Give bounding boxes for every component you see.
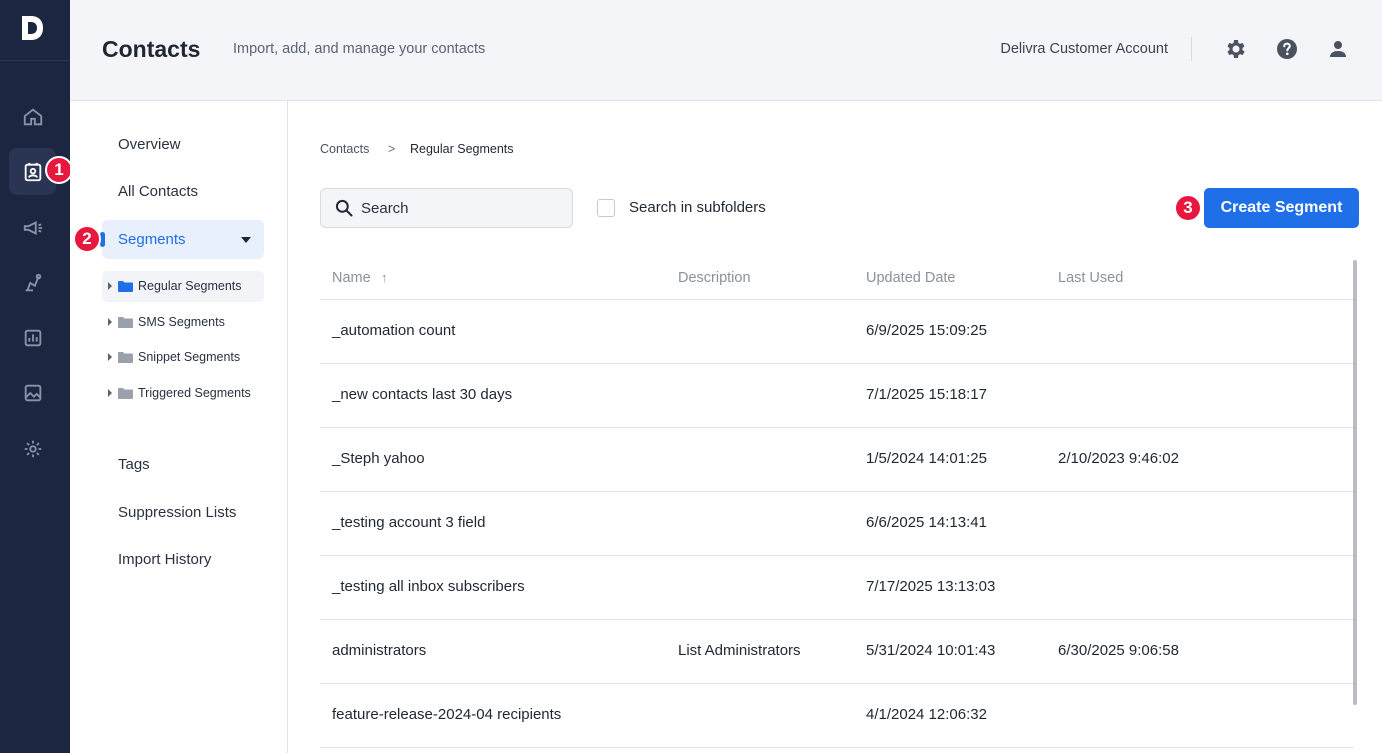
- settings-icon: [24, 440, 41, 457]
- cell-description: List Administrators: [678, 642, 801, 659]
- rail-reports[interactable]: [9, 314, 56, 361]
- cell-updated-date: 6/6/2025 14:13:41: [866, 514, 987, 531]
- folder-snippet-segments[interactable]: Snippet Segments: [102, 342, 264, 373]
- search-subfolders-label[interactable]: Search in subfolders: [629, 199, 766, 216]
- table-row[interactable]: feature-release-2024-04 recipients 4/1/2…: [320, 684, 1354, 748]
- rail-home[interactable]: [9, 93, 56, 140]
- nav-segments[interactable]: Segments: [100, 220, 264, 259]
- rail-automation[interactable]: [9, 259, 56, 306]
- campaigns-icon: [23, 220, 42, 235]
- table-row[interactable]: _automation count 6/9/2025 15:09:25: [320, 300, 1354, 364]
- cell-updated-date: 4/1/2024 12:06:32: [866, 706, 987, 723]
- user-icon[interactable]: [1326, 37, 1350, 61]
- table-row[interactable]: _new contacts last 30 days 7/1/2025 15:1…: [320, 364, 1354, 428]
- rail-campaigns[interactable]: [9, 204, 56, 251]
- folder-label: Snippet Segments: [138, 350, 241, 364]
- nav-import-history[interactable]: Import History: [118, 551, 211, 568]
- expand-arrow-icon[interactable]: [108, 282, 112, 290]
- search-box[interactable]: [320, 188, 573, 228]
- sort-ascending-icon[interactable]: ↑: [381, 270, 388, 285]
- folder-icon: [118, 281, 133, 292]
- cell-updated-date: 5/31/2024 10:01:43: [866, 642, 996, 659]
- account-name[interactable]: Delivra Customer Account: [1000, 41, 1168, 57]
- chevron-down-icon[interactable]: [241, 237, 251, 243]
- table-row[interactable]: _testing account 3 field 6/6/2025 14:13:…: [320, 492, 1354, 556]
- folder-triggered-segments[interactable]: Triggered Segments: [102, 378, 264, 409]
- delivra-logo[interactable]: [18, 13, 46, 43]
- cell-updated-date: 7/1/2025 15:18:17: [866, 386, 987, 403]
- nav-tags[interactable]: Tags: [118, 456, 150, 473]
- table-row[interactable]: _Steph yahoo 1/5/2024 14:01:25 2/10/2023…: [320, 428, 1354, 492]
- search-subfolders-checkbox[interactable]: [597, 199, 615, 217]
- folder-icon: [118, 388, 133, 399]
- create-segment-button[interactable]: Create Segment: [1204, 188, 1359, 228]
- page-header: Contacts Import, add, and manage your co…: [70, 0, 1382, 101]
- annotation-badge-1: 1: [45, 156, 73, 184]
- reports-icon: [24, 329, 41, 346]
- expand-arrow-icon[interactable]: [108, 353, 112, 361]
- left-rail: [0, 0, 70, 753]
- annotation-badge-3: 3: [1174, 194, 1202, 222]
- cell-name[interactable]: _testing all inbox subscribers: [332, 578, 525, 595]
- cell-updated-date: 1/5/2024 14:01:25: [866, 450, 987, 467]
- automation-icon: [25, 273, 41, 291]
- table-row[interactable]: _testing all inbox subscribers 7/17/2025…: [320, 556, 1354, 620]
- nav-suppression-lists[interactable]: Suppression Lists: [118, 504, 236, 521]
- cell-last-used: 6/30/2025 9:06:58: [1058, 642, 1179, 659]
- column-header-last-used[interactable]: Last Used: [1058, 270, 1123, 286]
- folder-sms-segments[interactable]: SMS Segments: [102, 307, 264, 338]
- search-input[interactable]: [361, 189, 561, 227]
- rail-settings[interactable]: [9, 425, 56, 472]
- expand-arrow-icon[interactable]: [108, 318, 112, 326]
- folder-label: Triggered Segments: [138, 386, 251, 400]
- breadcrumb-contacts[interactable]: Contacts: [320, 142, 369, 156]
- page-subtitle: Import, add, and manage your contacts: [233, 41, 486, 57]
- cell-updated-date: 6/9/2025 15:09:25: [866, 322, 987, 339]
- rail-divider: [0, 60, 70, 61]
- cell-name[interactable]: feature-release-2024-04 recipients: [332, 706, 561, 723]
- table-row[interactable]: administrators List Administrators 5/31/…: [320, 620, 1354, 684]
- expand-arrow-icon[interactable]: [108, 389, 112, 397]
- media-icon: [24, 384, 41, 401]
- folder-icon: [118, 317, 133, 328]
- cell-updated-date: 7/17/2025 13:13:03: [866, 578, 996, 595]
- rail-media[interactable]: [9, 369, 56, 416]
- main-content: Contacts > Regular Segments Search in su…: [288, 101, 1382, 753]
- home-icon: [23, 108, 42, 125]
- help-icon[interactable]: [1275, 37, 1299, 61]
- column-header-name[interactable]: Name: [332, 270, 371, 286]
- table-header: Name ↑ Description Updated Date Last Use…: [320, 256, 1354, 300]
- header-divider: [1191, 37, 1192, 61]
- annotation-badge-2: 2: [73, 225, 101, 253]
- cell-name[interactable]: _testing account 3 field: [332, 514, 485, 531]
- column-header-updated-date[interactable]: Updated Date: [866, 270, 955, 286]
- cell-name[interactable]: _new contacts last 30 days: [332, 386, 512, 403]
- contacts-icon: [24, 162, 41, 181]
- breadcrumb-separator: >: [388, 142, 396, 156]
- nav-all-contacts[interactable]: All Contacts: [118, 183, 198, 200]
- contacts-subnav: Overview All Contacts Segments Regular S…: [70, 101, 288, 753]
- cell-name[interactable]: administrators: [332, 642, 426, 659]
- cell-name[interactable]: _automation count: [332, 322, 455, 339]
- nav-overview[interactable]: Overview: [118, 136, 181, 153]
- cell-last-used: 2/10/2023 9:46:02: [1058, 450, 1179, 467]
- cell-name[interactable]: _Steph yahoo: [332, 450, 425, 467]
- folder-icon: [118, 352, 133, 363]
- table-scrollbar[interactable]: [1353, 260, 1357, 705]
- nav-segments-label: Segments: [118, 231, 186, 248]
- search-icon: [335, 199, 353, 217]
- folder-label: SMS Segments: [138, 315, 225, 329]
- folder-label: Regular Segments: [138, 279, 242, 293]
- gear-icon[interactable]: [1224, 37, 1248, 61]
- breadcrumb-current: Regular Segments: [410, 142, 514, 156]
- column-header-description[interactable]: Description: [678, 270, 751, 286]
- folder-regular-segments[interactable]: Regular Segments: [102, 271, 264, 302]
- page-title: Contacts: [102, 36, 201, 62]
